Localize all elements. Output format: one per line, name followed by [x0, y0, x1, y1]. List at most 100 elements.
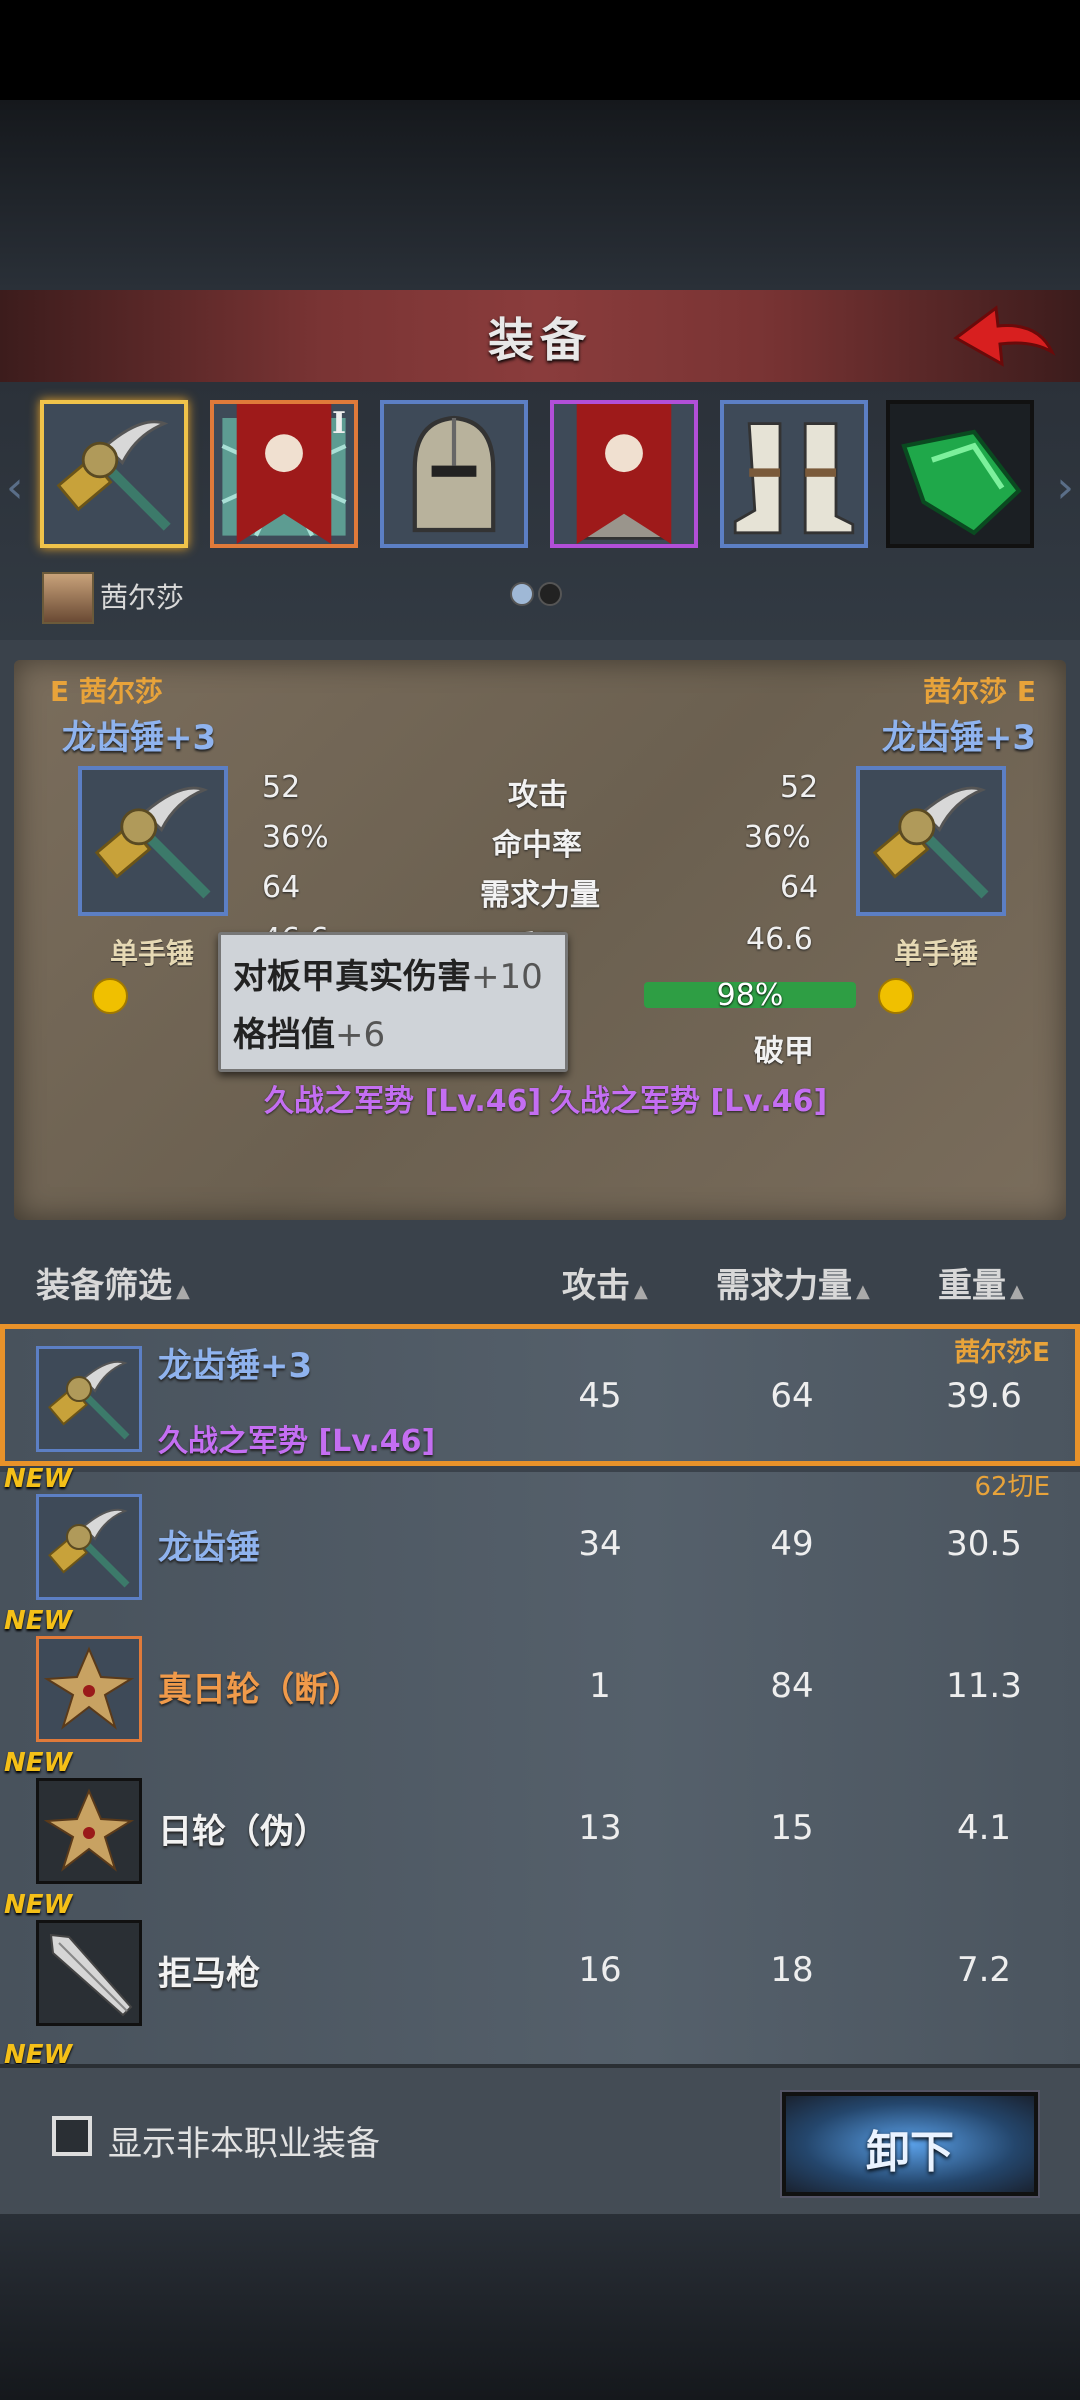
boots-icon: [733, 422, 855, 535]
list-item[interactable]: 龙齿锤+3 久战之军势 [Lv.46] 茜尔莎E 45 64 39.6: [0, 1324, 1080, 1466]
page-indicator: [510, 582, 566, 610]
right-item-name: 龙齿锤+3: [881, 718, 1036, 758]
new-badge: NEW: [4, 1464, 73, 1494]
prev-arrow-icon[interactable]: ‹: [6, 462, 24, 513]
page-dot: [538, 582, 562, 606]
item-attack: 13: [578, 1808, 622, 1848]
item-attack: 45: [578, 1376, 622, 1416]
tooltip-line-2: 格挡值+6: [233, 1015, 386, 1055]
item-weight: 4.1: [956, 1808, 1012, 1848]
list-item[interactable]: NEW 日轮（伪） 13 15 4.1: [0, 1748, 1080, 1898]
new-badge: NEW: [4, 1606, 73, 1636]
item-name: 拒马枪: [158, 1954, 260, 1994]
sun-wheel-icon: [43, 1646, 135, 1730]
stat-tooltip: 对板甲真实伤害+10 格挡值+6: [218, 932, 568, 1072]
header-bar: 装备: [0, 290, 1080, 385]
durability-value: 98%: [716, 978, 784, 1013]
sort-attack[interactable]: 攻击 ▲: [562, 1258, 648, 1307]
item-attack: 1: [589, 1666, 611, 1706]
footer-bar: 显示非本职业装备 卸下: [0, 2064, 1080, 2214]
new-badge: NEW: [4, 1890, 73, 1920]
right-owner-tag: 茜尔莎 E: [923, 675, 1036, 708]
unequip-button[interactable]: 卸下: [782, 2092, 1038, 2196]
shield-slot[interactable]: I: [210, 400, 358, 548]
item-name: 龙齿锤: [158, 1528, 260, 1568]
back-arrow-icon[interactable]: [948, 300, 1058, 370]
accessory-slot[interactable]: [886, 400, 1034, 548]
item-strength: 84: [770, 1666, 814, 1706]
banner-icon: [576, 404, 672, 544]
sort-caret-icon: ▲: [856, 1281, 870, 1302]
left-stat-attack: 52: [262, 770, 301, 805]
spear-icon: [49, 1933, 133, 2017]
boots-slot[interactable]: [720, 400, 868, 548]
item-icon-box: [36, 1920, 142, 2026]
left-item-icon-box: [78, 766, 228, 916]
sort-caret-icon: ▲: [176, 1281, 190, 1302]
item-strength: 64: [770, 1376, 814, 1416]
upgrade-numeral: I: [331, 406, 346, 441]
top-backdrop: [0, 100, 1080, 290]
right-item-icon-box: [856, 766, 1006, 916]
sort-weight[interactable]: 重量 ▲: [938, 1258, 1024, 1307]
item-attack: 16: [578, 1950, 622, 1990]
tooltip-line-1: 对板甲真实伤害+10: [233, 957, 543, 997]
item-strength: 15: [770, 1808, 814, 1848]
item-name: 日轮（伪）: [158, 1812, 328, 1852]
right-stat-hit: 36%: [744, 820, 811, 855]
item-attack: 34: [578, 1524, 622, 1564]
left-item-name: 龙齿锤+3: [62, 718, 217, 758]
owner-tag: 茜尔莎E: [954, 1338, 1050, 1368]
character-avatar[interactable]: [42, 572, 94, 624]
right-stat-weight: 46.6: [746, 922, 813, 957]
stat-label-strength: 需求力量: [480, 878, 600, 913]
list-item[interactable]: NEW: [0, 2040, 1080, 2064]
list-header: 装备筛选 ▲ 攻击 ▲ 需求力量 ▲ 重量 ▲: [0, 1238, 1080, 1322]
left-skill: 久战之军势 [Lv.46]: [264, 1084, 542, 1119]
sort-strength[interactable]: 需求力量 ▲: [716, 1258, 870, 1307]
trait-armor-break: 破甲: [754, 1034, 814, 1069]
stat-label-attack: 攻击: [508, 778, 568, 813]
item-name: 龙齿锤+3: [158, 1346, 313, 1386]
sort-caret-icon: ▲: [634, 1281, 648, 1302]
new-badge: NEW: [4, 1748, 73, 1778]
weapon-slot[interactable]: [40, 400, 188, 548]
helmet-slot[interactable]: [380, 400, 528, 548]
right-item-type: 单手锤: [894, 937, 979, 970]
item-strength: 49: [770, 1524, 814, 1564]
armor-slot[interactable]: [550, 400, 698, 548]
bottom-backdrop: [0, 2210, 1080, 2400]
page-dot-active: [510, 582, 534, 606]
item-icon-box: [36, 1494, 142, 1600]
next-arrow-icon[interactable]: ›: [1056, 462, 1074, 513]
character-name: 茜尔莎: [100, 581, 185, 614]
left-owner-tag: E 茜尔莎: [50, 675, 163, 708]
item-icon-box: [36, 1778, 142, 1884]
item-weight: 7.2: [956, 1950, 1012, 1990]
filter-sort[interactable]: 装备筛选 ▲: [36, 1258, 190, 1307]
list-item[interactable]: NEW 真日轮（断） 1 84 11.3: [0, 1606, 1080, 1756]
right-stat-strength: 64: [780, 870, 819, 905]
hammer-icon: [872, 786, 989, 899]
helmet-icon: [412, 415, 496, 533]
hammer-icon: [48, 1508, 130, 1588]
list-item[interactable]: NEW 62切E 龙齿锤 34 49 30.5: [0, 1464, 1080, 1614]
hammer-icon: [94, 786, 211, 899]
compare-panel: E 茜尔莎 茜尔莎 E 龙齿锤+3 龙齿锤+3 单手锤 单手锤 52 攻击 52…: [14, 660, 1066, 1220]
item-weight: 39.6: [946, 1376, 1022, 1416]
show-other-class-checkbox[interactable]: [52, 2116, 92, 2156]
hammer-icon: [48, 1360, 130, 1440]
owner-tag: 62切E: [974, 1472, 1050, 1502]
item-weight: 11.3: [946, 1666, 1022, 1706]
checkbox-label: 显示非本职业装备: [108, 2124, 380, 2164]
item-weight: 30.5: [946, 1524, 1022, 1564]
right-stat-attack: 52: [780, 770, 819, 805]
left-stat-strength: 64: [262, 870, 301, 905]
item-icon-box: [36, 1636, 142, 1742]
sun-wheel-icon: [43, 1788, 135, 1872]
gear-icon: [92, 978, 128, 1014]
list-item[interactable]: NEW 拒马枪 16 18 7.2: [0, 1890, 1080, 2040]
item-name: 真日轮（断）: [158, 1670, 362, 1710]
item-strength: 18: [770, 1950, 814, 1990]
left-stat-hit: 36%: [262, 820, 329, 855]
